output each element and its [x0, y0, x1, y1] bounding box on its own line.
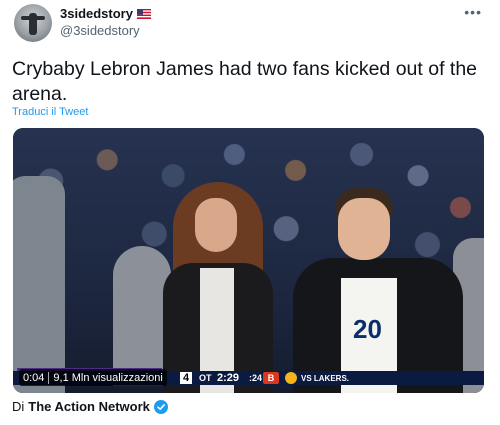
scoreboard-clock: 2:29 [217, 372, 240, 384]
more-options-icon[interactable]: ••• [464, 4, 482, 20]
video-elapsed-time: 0:04 [23, 371, 45, 384]
user-handle[interactable]: @3sidedstory [60, 23, 140, 38]
jersey-number: 20 [353, 314, 382, 344]
scoreboard-quarter: 4 [180, 372, 192, 384]
avatar-figure-arms [21, 16, 45, 20]
source-name-link[interactable]: The Action Network [28, 399, 150, 414]
sponsor-logo: B [263, 372, 279, 384]
scoreboard-matchup: VS LAKERS. [301, 374, 350, 383]
man-face [338, 198, 390, 260]
tweet-text: Crybaby Lebron James had two fans kicked… [12, 58, 478, 105]
woman-face [195, 198, 237, 252]
video-view-count: 9,1 Mln visualizzazioni [53, 371, 163, 384]
avatar[interactable] [14, 4, 52, 42]
source-prefix: Di [12, 399, 25, 414]
us-flag-icon [136, 8, 151, 19]
video-player[interactable]: 20 0:04 9,1 Mln visualizzazioni 4 OT 2:2… [13, 128, 484, 393]
pacers-logo-icon [285, 372, 297, 384]
video-source: Di The Action Network [12, 399, 168, 414]
video-time-and-views: 0:04 9,1 Mln visualizzazioni [19, 369, 167, 386]
display-name[interactable]: 3sidedstory [60, 6, 133, 21]
translate-tweet-link[interactable]: Traduci il Tweet [12, 106, 88, 118]
person-left-foreground [13, 176, 65, 393]
divider [48, 371, 50, 384]
scoreboard-period: OT [199, 373, 212, 383]
user-name-row: 3sidedstory [60, 6, 151, 21]
scoreboard-shot-clock: :24 [249, 373, 263, 383]
verified-badge-icon [153, 399, 168, 414]
